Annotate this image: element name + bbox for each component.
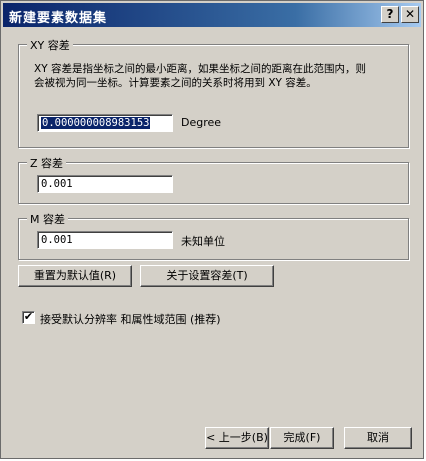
accept-default-label[interactable]: 接受默认分辨率 和属性域范围 (推荐) xyxy=(40,311,221,327)
z-tolerance-input[interactable]: 0.001 xyxy=(37,175,173,193)
back-button[interactable]: < 上一步(B) xyxy=(205,427,269,449)
cancel-button[interactable]: 取消 xyxy=(344,427,412,449)
xy-tolerance-description: XY 容差是指坐标之间的最小距离，如果坐标之间的距离在此范围内，则会被视为同一坐… xyxy=(34,63,366,89)
m-tolerance-legend: M 容差 xyxy=(27,211,68,227)
about-tolerance-button[interactable]: 关于设置容差(T) xyxy=(140,265,274,287)
xy-tolerance-value: 0.000000008983153 xyxy=(41,117,151,129)
title-bar[interactable]: 新建要素数据集 ? ✕ xyxy=(3,3,421,27)
close-icon: ✕ xyxy=(404,7,416,21)
xy-tolerance-input[interactable]: 0.000000008983153 xyxy=(37,114,173,132)
z-tolerance-legend: Z 容差 xyxy=(27,155,67,171)
window-title: 新建要素数据集 xyxy=(9,11,108,26)
reset-default-button[interactable]: 重置为默认值(R) xyxy=(18,265,132,287)
finish-button[interactable]: 完成(F) xyxy=(270,427,334,449)
xy-tolerance-unit: Degree xyxy=(181,116,222,129)
accept-default-checkbox[interactable]: ✔ xyxy=(22,311,35,324)
m-tolerance-unit: 未知单位 xyxy=(181,235,225,248)
m-tolerance-group: M 容差 0.001 未知单位 xyxy=(18,211,409,260)
help-icon: ? xyxy=(386,7,394,21)
xy-tolerance-group: XY 容差 XY 容差是指坐标之间的最小距离，如果坐标之间的距离在此范围内，则会… xyxy=(18,37,409,148)
new-feature-dataset-dialog: 新建要素数据集 ? ✕ XY 容差 XY 容差是指坐标之间的最小距离，如果坐标之… xyxy=(0,0,424,459)
z-tolerance-group: Z 容差 0.001 xyxy=(18,155,409,204)
m-tolerance-input[interactable]: 0.001 xyxy=(37,231,173,249)
close-button[interactable]: ✕ xyxy=(401,6,419,23)
xy-tolerance-legend: XY 容差 xyxy=(27,37,73,53)
help-button[interactable]: ? xyxy=(381,6,399,23)
